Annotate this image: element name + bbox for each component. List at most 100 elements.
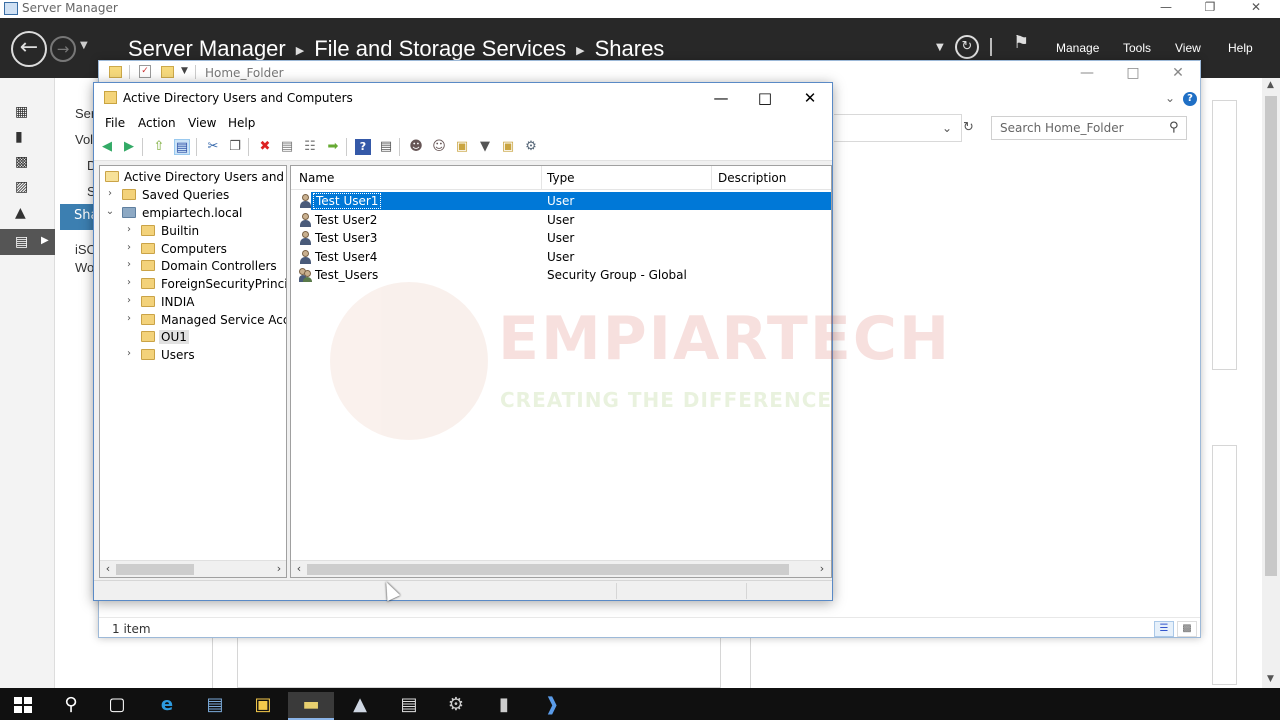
forward-icon[interactable]: ▶ [121, 139, 137, 155]
properties-icon[interactable]: ▤ [279, 139, 295, 155]
new-ou-icon[interactable]: ▣ [454, 139, 470, 155]
expand-chevron-icon[interactable]: › [124, 259, 134, 270]
new-folder-icon[interactable] [161, 66, 174, 78]
tree-item-computers[interactable]: › Computers [100, 240, 286, 258]
close-button[interactable]: ✕ [1236, 0, 1276, 16]
file-explorer-icon[interactable]: ▣ [240, 692, 286, 720]
scroll-up-icon[interactable]: ▲ [1267, 80, 1274, 90]
subnav-volumes[interactable]: Vol [75, 132, 93, 147]
expand-chevron-icon[interactable]: › [124, 295, 134, 306]
aduc-minimize-button[interactable]: — [699, 85, 743, 111]
windows-start-icon[interactable] [14, 697, 32, 713]
help-icon[interactable]: ? [355, 139, 371, 155]
file-services-icon[interactable]: ▨ [15, 179, 33, 195]
tree-item-root[interactable]: Active Directory Users and Com [100, 168, 286, 186]
table-row[interactable]: Test_Users Security Group - Global [291, 266, 831, 284]
properties-icon[interactable]: ✓ [139, 65, 151, 78]
expand-chevron-icon[interactable]: › [124, 242, 134, 253]
menu-manage[interactable]: Manage [1056, 41, 1099, 55]
menu-action[interactable]: Action [138, 116, 176, 130]
internet-explorer-icon[interactable]: e [144, 692, 190, 720]
scroll-right-icon[interactable]: › [272, 562, 286, 575]
notepad-icon[interactable]: ▤ [386, 692, 432, 720]
large-icons-view-icon[interactable]: ▩ [1177, 621, 1197, 637]
sidebar-active-item[interactable]: ▤ ▶ [0, 229, 55, 255]
explorer-maximize-button[interactable]: □ [1113, 63, 1153, 83]
scroll-left-icon[interactable]: ‹ [101, 562, 115, 575]
tree-item-domain[interactable]: ⌄ empiartech.local [100, 204, 286, 222]
table-row[interactable]: Test User2 User [291, 211, 831, 229]
menu-view[interactable]: View [1175, 41, 1201, 55]
tree-horizontal-scrollbar[interactable]: ‹ › [100, 560, 286, 577]
cut-icon[interactable]: ✂ [205, 139, 221, 155]
scroll-down-icon[interactable]: ▼ [1267, 674, 1274, 684]
find-icon[interactable]: ▣ [500, 139, 516, 155]
history-dropdown-icon[interactable]: ▼ [80, 40, 88, 51]
column-header-description[interactable]: Description [718, 171, 786, 185]
explorer-refresh-icon[interactable]: ↻ [963, 120, 974, 135]
expand-chevron-icon[interactable]: › [124, 224, 134, 235]
details-view-icon[interactable]: ☰ [1154, 621, 1174, 637]
breadcrumb-shares[interactable]: Shares [595, 36, 665, 61]
iis-icon[interactable]: ▲ [15, 205, 33, 221]
server-manager-scrollbar[interactable]: ▲ ▼ [1262, 78, 1280, 688]
table-row[interactable]: Test User1 User [291, 192, 831, 210]
expand-chevron-icon[interactable]: › [124, 348, 134, 359]
server-manager-taskbar-icon[interactable]: ▤ [192, 692, 238, 720]
scroll-thumb[interactable] [1265, 96, 1277, 576]
notifications-flag-icon[interactable]: ⚑ [1013, 32, 1029, 53]
tree-item-users[interactable]: › Users [100, 346, 286, 364]
collapse-chevron-icon[interactable]: ⌄ [105, 206, 115, 217]
powershell-icon[interactable]: ❱ [529, 692, 575, 720]
expand-chevron-icon[interactable]: › [105, 188, 115, 199]
search-icon[interactable]: ⚲ [48, 692, 94, 720]
subnav-work-folders[interactable]: Wo [75, 260, 94, 275]
aduc-close-button[interactable]: ✕ [788, 85, 832, 111]
up-one-level-icon[interactable]: ⇧ [151, 139, 167, 155]
help-icon[interactable]: ? [1183, 92, 1197, 106]
tree-item-builtin[interactable]: › Builtin [100, 222, 286, 240]
breadcrumb-server-manager[interactable]: Server Manager [128, 36, 286, 61]
back-icon[interactable]: ◀ [99, 139, 115, 155]
column-header-name[interactable]: Name [299, 171, 334, 185]
scroll-right-icon[interactable]: › [815, 562, 829, 575]
table-row[interactable]: Test User3 User [291, 229, 831, 247]
minimize-button[interactable]: — [1146, 0, 1186, 16]
expand-chevron-icon[interactable]: › [124, 277, 134, 288]
tree-item-foreign-security-principals[interactable]: › ForeignSecurityPrincipals [100, 275, 286, 293]
back-arrow-icon[interactable]: ← [11, 31, 47, 67]
tree-item-ou1[interactable]: OU1 [100, 328, 286, 346]
local-server-icon[interactable]: ▮ [15, 129, 33, 145]
breadcrumb-file-storage[interactable]: File and Storage Services [314, 36, 566, 61]
export-list-icon[interactable]: ➡ [325, 139, 341, 155]
delete-icon[interactable]: ✖ [257, 139, 273, 155]
address-dropdown-icon[interactable]: ⌄ [942, 121, 952, 135]
dashboard-icon[interactable]: ▦ [15, 104, 33, 120]
menu-file[interactable]: File [105, 116, 125, 130]
filter-icon[interactable]: ▼ [477, 139, 493, 155]
refresh-icon[interactable]: ↻ [955, 35, 979, 59]
column-divider[interactable] [711, 166, 712, 190]
restore-button[interactable]: ❐ [1190, 0, 1230, 16]
all-servers-icon[interactable]: ▩ [15, 154, 33, 170]
settings-gear-icon[interactable]: ⚙ [433, 692, 479, 720]
explorer-search-input[interactable]: Search Home_Folder [991, 116, 1187, 140]
forward-arrow-icon[interactable]: → [50, 36, 76, 62]
menu-tools[interactable]: Tools [1123, 41, 1151, 55]
refresh-icon[interactable]: ☷ [302, 139, 318, 155]
tree-item-managed-service-accounts[interactable]: › Managed Service Accour [100, 311, 286, 329]
new-user-icon[interactable]: ☻ [408, 139, 424, 155]
add-to-group-icon[interactable]: ⚙ [523, 139, 539, 155]
explorer-close-button[interactable]: ✕ [1158, 63, 1198, 83]
menu-help[interactable]: Help [1228, 41, 1253, 55]
list-horizontal-scrollbar[interactable]: ‹ › [291, 560, 831, 577]
aduc-maximize-button[interactable]: □ [743, 85, 787, 111]
show-hide-console-tree-icon[interactable]: ▤ [174, 139, 190, 155]
menu-help[interactable]: Help [228, 116, 255, 130]
action-pane-icon[interactable]: ▤ [378, 139, 394, 155]
scroll-thumb[interactable] [116, 564, 194, 575]
tree-item-domain-controllers[interactable]: › Domain Controllers [100, 257, 286, 275]
explorer-minimize-button[interactable]: — [1067, 63, 1107, 83]
tree-item-india[interactable]: › INDIA [100, 293, 286, 311]
breadcrumb-dropdown-icon[interactable]: ▼ [936, 42, 944, 53]
